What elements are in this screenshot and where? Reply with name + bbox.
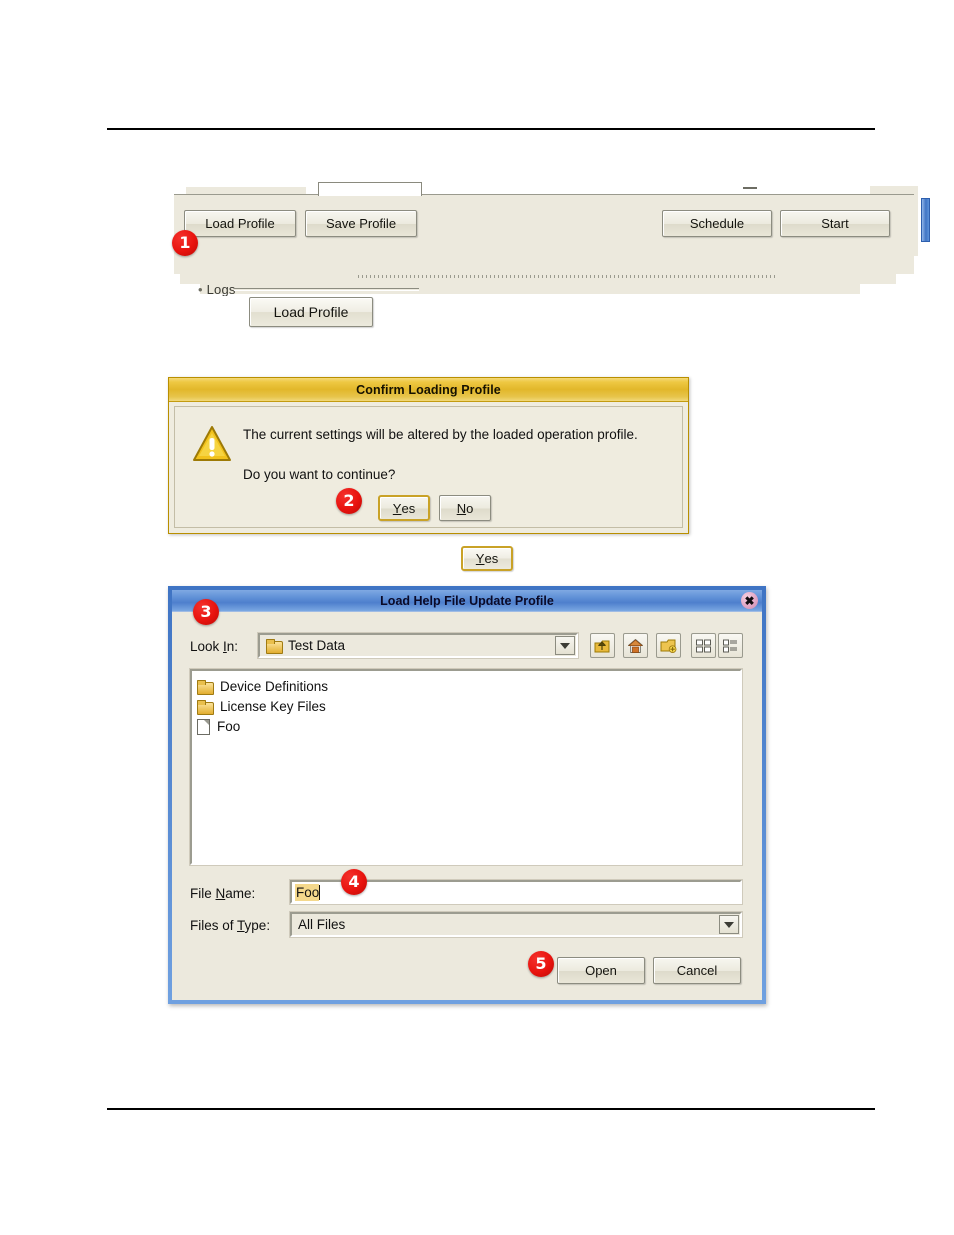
file-name-mnemonic: N (215, 886, 226, 901)
page-footer-rule (107, 1108, 875, 1110)
no-button-mnemonic: N (456, 500, 467, 516)
callout-badge-2: 2 (336, 488, 362, 514)
file-dialog-titlebar: Load Help File Update Profile ✖ (172, 590, 762, 611)
logs-group-label-fragment: • Logs (198, 282, 236, 296)
partial-control-dash (743, 187, 757, 189)
confirm-dialog-title: Confirm Loading Profile (356, 382, 501, 397)
files-of-type-label-rest: ype: (244, 918, 271, 933)
callout-load-profile-label: Load Profile (273, 304, 349, 320)
cancel-button[interactable]: Cancel (653, 957, 741, 984)
schedule-button-label: Schedule (689, 216, 745, 231)
look-in-label-rest: n: (226, 639, 239, 654)
page-header-rule (107, 128, 875, 130)
schedule-button[interactable]: Schedule (662, 210, 772, 237)
folder-icon (197, 699, 214, 715)
vertical-scrollbar-thumb[interactable] (921, 198, 930, 242)
warning-triangle-icon (193, 426, 231, 461)
file-name-label-prefix: File (190, 886, 216, 901)
callout-load-profile-button[interactable]: Load Profile (249, 297, 373, 327)
file-name-label: File Name: (190, 886, 255, 901)
up-one-level-icon[interactable] (590, 633, 615, 658)
list-item[interactable]: License Key Files (197, 696, 740, 716)
file-name-label-rest: ame: (225, 886, 256, 901)
files-of-type-label-prefix: Files of (190, 918, 238, 933)
callout-badge-4: 4 (341, 869, 367, 895)
home-icon[interactable] (623, 633, 648, 658)
no-button[interactable]: No (439, 495, 491, 521)
file-icon (197, 718, 210, 735)
files-of-type-mnemonic: T (237, 918, 245, 933)
yes-button-label: es (401, 500, 416, 516)
dotted-separator (358, 275, 778, 278)
callout-yes-button[interactable]: Yes (461, 546, 513, 571)
callout-badge-5: 5 (528, 951, 554, 977)
yes-button-mnemonic: Y (392, 500, 402, 516)
files-of-type-dropdown-arrow[interactable] (719, 915, 739, 934)
close-icon[interactable]: ✖ (741, 592, 758, 609)
list-item[interactable]: Foo (197, 716, 740, 736)
look-in-combobox[interactable]: Test Data (257, 632, 579, 659)
list-item-label: License Key Files (220, 698, 326, 714)
files-of-type-combobox[interactable]: All Files (289, 911, 743, 938)
yes-button[interactable]: Yes (378, 495, 430, 521)
new-folder-icon[interactable] (656, 633, 681, 658)
text-caret (319, 884, 321, 900)
list-item[interactable]: Device Definitions (197, 676, 740, 696)
look-in-dropdown-arrow[interactable] (555, 636, 575, 655)
confirm-dialog-content: The current settings will be altered by … (174, 406, 683, 528)
load-help-file-update-profile-dialog: Load Help File Update Profile ✖ Look In:… (168, 586, 766, 1004)
look-in-label: Look In: (190, 639, 238, 654)
confirm-message-line-1: The current settings will be altered by … (243, 427, 638, 442)
list-view-icon[interactable] (691, 633, 716, 658)
save-profile-button-label: Save Profile (325, 216, 397, 231)
save-profile-button[interactable]: Save Profile (305, 210, 417, 237)
confirm-dialog-titlebar: Confirm Loading Profile (169, 378, 688, 402)
callout-yes-mnemonic: Y (475, 551, 485, 566)
logs-label-text: Logs (206, 282, 236, 296)
files-of-type-label: Files of Type: (190, 918, 270, 933)
callout-badge-1: 1 (172, 230, 198, 256)
file-dialog-body: Look In: Test Data Device Definitions Li… (172, 611, 762, 1000)
open-button[interactable]: Open (557, 957, 645, 984)
chevron-down-icon (724, 921, 734, 928)
folder-icon (197, 679, 214, 695)
start-button-label: Start (821, 216, 849, 231)
callout-badge-3: 3 (193, 599, 219, 625)
file-dialog-title: Load Help File Update Profile (380, 593, 554, 608)
callout-yes-label: es (484, 551, 499, 566)
cancel-button-label: Cancel (676, 963, 718, 978)
load-profile-button-label: Load Profile (205, 216, 275, 231)
partial-control-above (318, 182, 422, 196)
look-in-value: Test Data (288, 638, 346, 653)
confirm-message-line-2: Do you want to continue? (243, 467, 396, 482)
chevron-down-icon (560, 642, 570, 649)
files-of-type-value: All Files (298, 917, 346, 932)
confirm-loading-profile-dialog: Confirm Loading Profile The current sett… (168, 377, 689, 534)
details-view-icon[interactable] (718, 633, 743, 658)
group-separator-line (234, 288, 419, 291)
list-item-label: Foo (217, 718, 241, 734)
document-page: Load Profile Save Profile Schedule Start… (0, 0, 954, 1235)
no-button-label: o (466, 500, 474, 516)
start-button[interactable]: Start (780, 210, 890, 237)
load-profile-button[interactable]: Load Profile (184, 210, 296, 237)
list-item-label: Device Definitions (220, 678, 329, 694)
file-name-value: Foo (295, 883, 320, 901)
file-list-panel[interactable]: Device Definitions License Key Files Foo (189, 668, 743, 866)
folder-icon (266, 639, 283, 654)
look-in-label-prefix: Look (190, 639, 224, 654)
open-button-label: Open (585, 963, 617, 978)
